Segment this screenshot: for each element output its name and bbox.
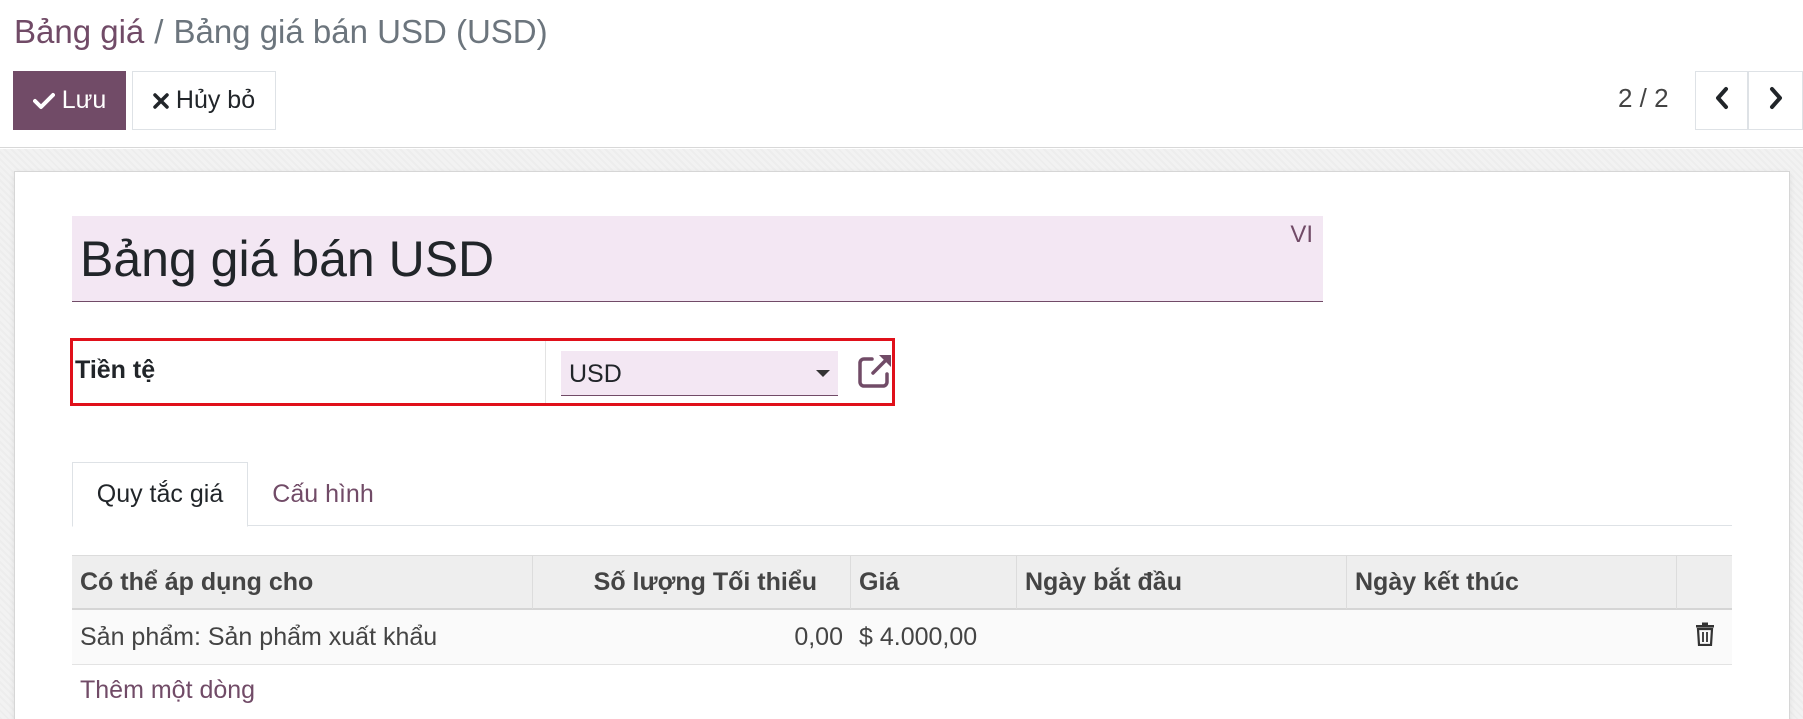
breadcrumb-pricelists-link[interactable]: Bảng giá (14, 13, 144, 50)
field-divider (545, 341, 546, 403)
pricelist-rules-table: Có thể áp dụng cho Số lượng Tối thiểu Gi… (72, 555, 1732, 715)
chevron-left-icon (1714, 86, 1730, 115)
column-header-date-start[interactable]: Ngày bắt đầu (1017, 556, 1347, 609)
table-row[interactable]: Sản phẩm: Sản phẩm xuất khẩu 0,00 $ 4.00… (72, 610, 1732, 665)
currency-select[interactable]: USD (561, 351, 838, 396)
currency-field-row: Tiền tệ USD (70, 338, 895, 406)
column-header-price[interactable]: Giá (851, 556, 1017, 609)
cell-min-quantity: 0,00 (794, 623, 843, 651)
save-button[interactable]: Lưu (13, 71, 126, 130)
save-button-label: Lưu (61, 86, 107, 114)
table-header: Có thể áp dụng cho Số lượng Tối thiểu Gi… (72, 555, 1732, 610)
pager-next-button[interactable] (1748, 71, 1803, 130)
add-line-link[interactable]: Thêm một dòng (72, 665, 1732, 715)
check-icon (32, 92, 55, 110)
cell-price: $ 4.000,00 (859, 623, 978, 651)
tab-pricelist-rules[interactable]: Quy tắc giá (72, 462, 248, 527)
currency-value: USD (569, 360, 622, 388)
notebook-tabs: Quy tắc giá Cấu hình (72, 462, 1732, 527)
currency-label: Tiền tệ (75, 356, 156, 384)
pager-previous-button[interactable] (1695, 71, 1748, 130)
chevron-right-icon (1768, 86, 1784, 115)
column-header-min-quantity[interactable]: Số lượng Tối thiểu (533, 556, 851, 609)
translate-language-button[interactable]: VI (1290, 221, 1313, 249)
breadcrumb-separator: / (154, 13, 164, 50)
column-header-actions (1677, 556, 1732, 609)
discard-button-label: Hủy bỏ (175, 86, 256, 114)
breadcrumb: Bảng giá / Bảng giá bán USD (USD) (14, 12, 548, 52)
column-header-date-end[interactable]: Ngày kết thúc (1347, 556, 1677, 609)
trash-icon (1695, 622, 1715, 653)
cell-applied-on: Sản phẩm: Sản phẩm xuất khẩu (80, 623, 438, 651)
delete-row-button[interactable] (1677, 610, 1732, 665)
pager-value[interactable]: 2 / 2 (1618, 83, 1669, 114)
close-icon (153, 92, 169, 109)
breadcrumb-current: Bảng giá bán USD (USD) (173, 13, 548, 50)
external-link-button[interactable] (856, 352, 896, 392)
column-header-applied-on[interactable]: Có thể áp dụng cho (72, 556, 533, 609)
control-panel: Bảng giá / Bảng giá bán USD (USD) Lưu Hủy … (0, 0, 1803, 148)
pricelist-name-input[interactable]: Bảng giá bán USD VI (72, 216, 1323, 302)
external-link-icon (856, 355, 894, 394)
caret-down-icon (816, 370, 830, 377)
pricelist-name-value: Bảng giá bán USD (80, 231, 495, 287)
discard-button[interactable]: Hủy bỏ (132, 71, 276, 130)
tab-configuration[interactable]: Cấu hình (248, 462, 398, 527)
